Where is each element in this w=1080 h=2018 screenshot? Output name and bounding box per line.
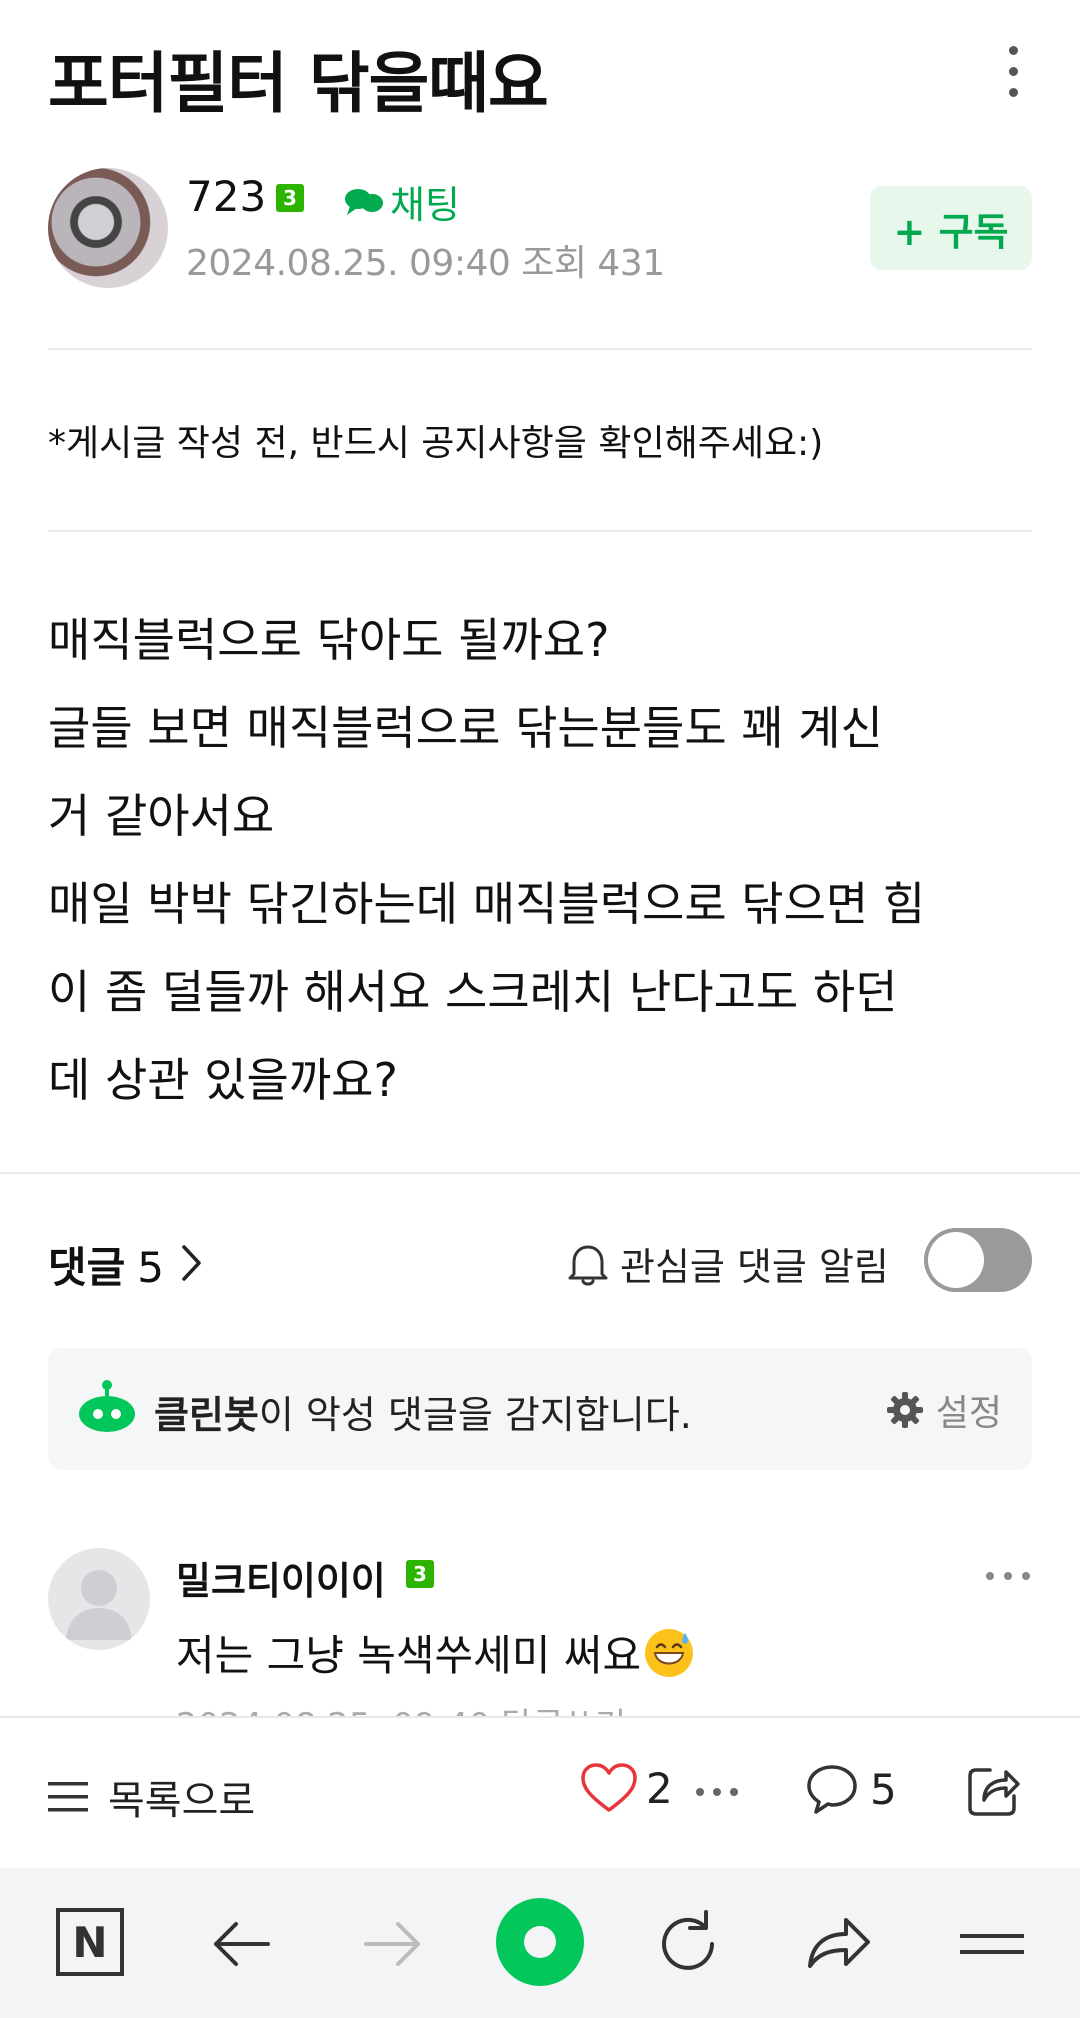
post-action-bar: 목록으로 2 5: [0, 1716, 1080, 1868]
author-info: 723 3 채팅 2024.08.25. 09:40 조회 431 + 구독: [48, 168, 1032, 292]
post-meta: 2024.08.25. 09:40 조회 431: [186, 243, 665, 284]
commenter-avatar[interactable]: [48, 1548, 150, 1650]
cleanbot-desc: 이 악성 댓글을 감지합니다.: [258, 1393, 692, 1437]
subscribe-button[interactable]: + 구독: [870, 186, 1032, 270]
browser-nav-bar: N: [0, 1868, 1080, 2018]
cleanbot-text: 클린봇이 악성 댓글을 감지합니다.: [154, 1384, 692, 1439]
green-dot-button[interactable]: [496, 1898, 584, 1986]
comment-bubble-icon: [807, 1765, 857, 1814]
back-arrow-icon[interactable]: [202, 1904, 282, 1984]
comment-button[interactable]: 5: [804, 1762, 897, 1816]
level-badge: 3: [276, 184, 304, 212]
section-divider: [0, 1172, 1080, 1174]
gear-icon: [886, 1392, 923, 1428]
commenter-name[interactable]: 밀크티이이이: [176, 1550, 386, 1605]
body-line: 매일 박박 닦긴하는데 매직블럭으로 닦으면 힘: [48, 877, 926, 931]
naver-home-button[interactable]: N: [56, 1908, 124, 1976]
body-line: 거 같아서요: [48, 789, 275, 843]
share-icon[interactable]: [966, 1762, 1022, 1818]
comments-label: 댓글: [48, 1243, 126, 1292]
post-title: 포터필터 닦을때요: [48, 45, 549, 122]
comment-body: 저는 그냥 녹색쑤세미 써요: [176, 1631, 642, 1680]
share-arrow-icon[interactable]: [798, 1904, 878, 1984]
menu-icon[interactable]: [952, 1904, 1032, 1984]
comment-item: 밀크티이이이 3 저는 그냥 녹색쑤세미 써요 2024.08.25. 09:4…: [48, 1548, 1032, 1718]
settings-label: 설정: [935, 1393, 1002, 1434]
like-button[interactable]: 2: [580, 1762, 673, 1814]
cleanbot-robot-icon: [79, 1380, 135, 1432]
level-badge: 3: [406, 1560, 434, 1588]
comment-text: 저는 그냥 녹색쑤세미 써요: [176, 1622, 695, 1683]
default-user-icon: [66, 1570, 132, 1640]
comments-count: 5: [137, 1243, 165, 1292]
body-line: 매직블럭으로 닦아도 될까요?: [48, 613, 610, 667]
chat-button[interactable]: 채팅: [344, 174, 460, 229]
author-name[interactable]: 723: [186, 172, 266, 221]
comments-link[interactable]: 댓글 5: [48, 1234, 164, 1295]
body-line: 데 상관 있을까요?: [48, 1053, 398, 1107]
post-header: 포터필터 닦을때요: [48, 22, 1032, 122]
cleanbot-name: 클린봇: [154, 1393, 259, 1437]
body-line: 글들 보면 매직블럭으로 닦는분들도 꽤 계신: [48, 701, 883, 755]
reply-count: 5: [870, 1764, 897, 1814]
divider: [48, 530, 1032, 532]
chat-label: 채팅: [390, 183, 460, 227]
like-count: 2: [646, 1763, 673, 1813]
bell-icon: [568, 1245, 608, 1285]
divider: [48, 348, 1032, 350]
comment-more-icon[interactable]: [984, 1556, 1032, 1596]
forward-arrow-icon[interactable]: [352, 1904, 432, 1984]
chat-bubble-icon: [345, 188, 383, 215]
heart-icon: [581, 1763, 637, 1812]
refresh-icon[interactable]: [648, 1904, 728, 1984]
toggle-knob: [928, 1232, 984, 1288]
back-to-list-button[interactable]: 목록으로: [48, 1768, 255, 1826]
comment-alarm: 관심글 댓글 알림: [566, 1236, 889, 1291]
cleanbot-banner: 클린봇이 악성 댓글을 감지합니다. 설정: [48, 1348, 1032, 1470]
author-avatar[interactable]: [48, 168, 168, 288]
alarm-toggle[interactable]: [924, 1228, 1032, 1292]
alarm-label: 관심글 댓글 알림: [620, 1245, 889, 1289]
comments-header: 댓글 5 관심글 댓글 알림: [48, 1228, 1032, 1292]
list-icon: [48, 1782, 88, 1812]
body-line: 이 좀 덜들까 해서요 스크레치 난다고도 하던: [48, 965, 898, 1019]
more-options-icon[interactable]: [992, 42, 1032, 102]
like-more-icon[interactable]: [696, 1788, 740, 1798]
comment-meta: 2024.08.25. 09:40 답글쓰기: [176, 1698, 626, 1718]
grinning-sweat-emoji-icon: [645, 1628, 694, 1677]
cleanbot-settings-button[interactable]: 설정: [886, 1384, 1002, 1436]
notice-text: *게시글 작성 전, 반드시 공지사항을 확인해주세요:): [48, 423, 824, 464]
chevron-right-icon[interactable]: [180, 1244, 204, 1282]
list-label: 목록으로: [108, 1778, 256, 1824]
post-body: 매직블럭으로 닦아도 될까요? 글들 보면 매직블럭으로 닦는분들도 꽤 계신 …: [48, 596, 1038, 1124]
